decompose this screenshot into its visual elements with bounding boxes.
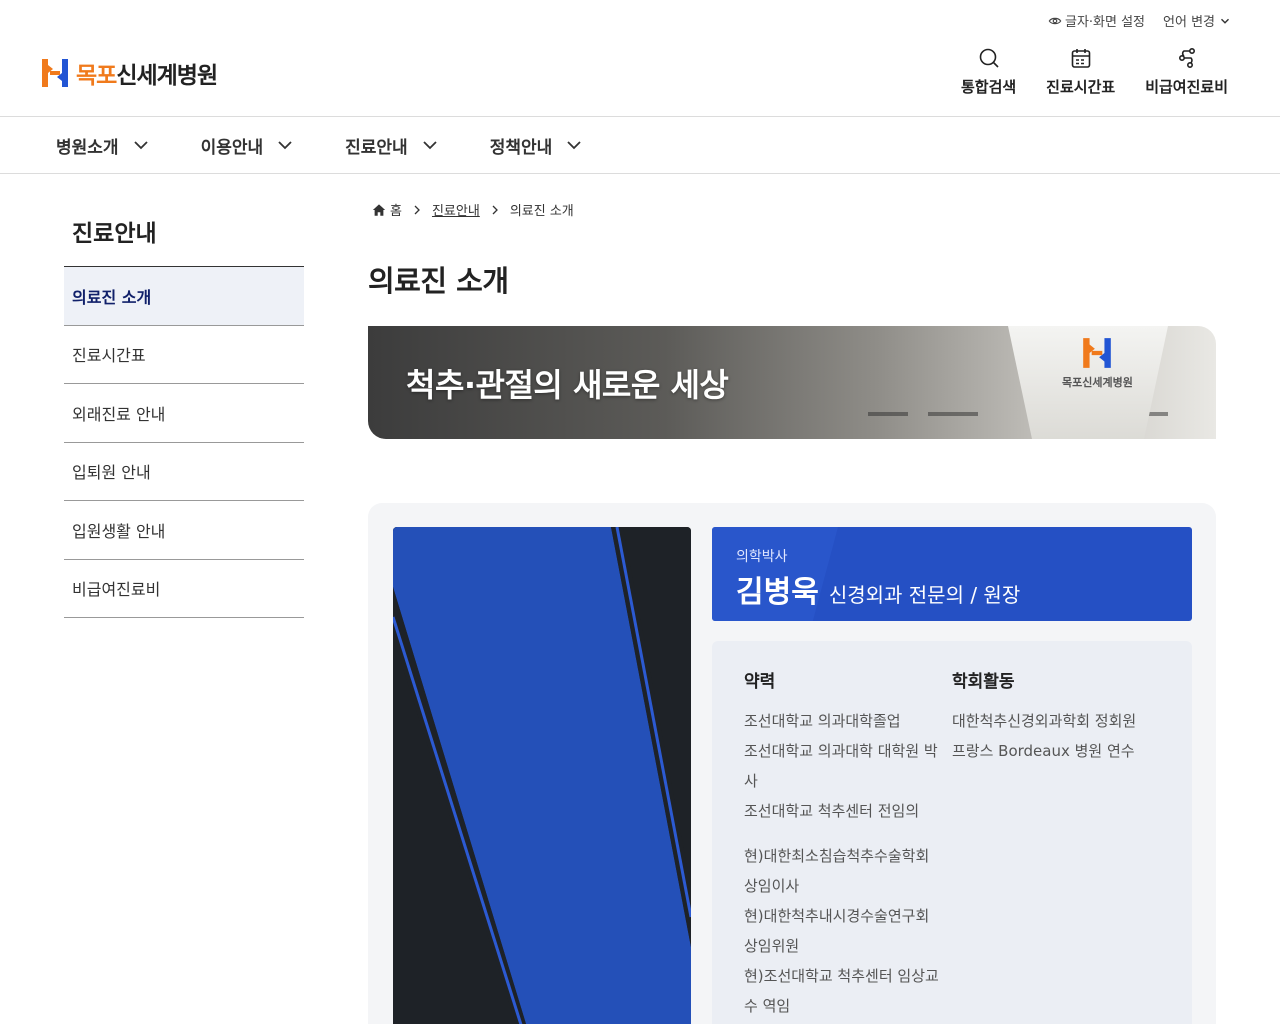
gnb-item-label: 이용안내 [200,137,264,158]
gnb-item-label: 정책안내 [489,137,553,158]
doctor-name: 김병욱 [736,575,819,610]
language-label: 언어 변경 [1163,15,1215,30]
side-item-doctors[interactable]: 의료진 소개 [64,267,304,326]
career-column: 약력 조선대학교 의과대학졸업 조선대학교 의과대학 대학원 박사 조선대학교 … [744,667,944,1021]
doctor-info: 약력 조선대학교 의과대학졸업 조선대학교 의과대학 대학원 박사 조선대학교 … [712,641,1192,1024]
chevron-down-icon [1221,18,1229,24]
doctor-degree: 의학박사 [736,549,788,565]
logo-text-black: 신세계병원 [116,63,218,89]
banner-text: 척추·관절의 새로운 세상 [406,366,729,404]
quick-links: 통합검색 진료시간표 비급여진료비 [961,46,1228,97]
logo-mark-icon [42,59,68,87]
career-item: 현)대한최소침습척추수술학회 상임이사 [744,847,930,895]
career-item: 현)조선대학교 척추센터 임상교수 역임 [744,967,939,1015]
side-item-admission[interactable]: 입퇴원 안내 [64,443,304,501]
career-item: 조선대학교 의과대학졸업 [744,712,901,730]
hospital-logo[interactable]: 목포신세계병원 [40,56,218,90]
society-title: 학회활동 [952,672,1015,692]
nav-divider [0,173,1280,174]
logo-text: 목포신세계병원 [76,56,218,90]
chevron-down-icon [423,141,437,150]
doctor-name-line: 김병욱 신경외과 전문의 / 원장 [736,567,1020,611]
chevron-down-icon [278,141,292,150]
career-title: 약력 [744,672,776,692]
banner-decor [928,412,978,416]
quick-link-search[interactable]: 통합검색 [961,46,1016,97]
chevron-down-icon [133,141,148,150]
logo-mark-icon [1083,338,1112,368]
global-nav: 병원소개 이용안내 진료안내 정책안내 [56,117,582,173]
society-item: 대한척추신경외과학회 정회원 [952,712,1137,730]
career-item: 조선대학교 척추센터 전임의 [744,802,920,820]
doctor-photo [393,527,691,1024]
gnb-item-treatment[interactable]: 진료안내 [345,133,438,158]
chevron-down-icon [567,141,581,150]
side-item-outpatient[interactable]: 외래진료 안내 [64,384,304,443]
breadcrumb-level1[interactable]: 진료안내 [432,200,480,219]
breadcrumb: 홈 진료안내 의료진 소개 [372,200,574,219]
font-setting-button[interactable]: 글자·화면 설정 [1048,11,1145,30]
side-item-inpatient-life[interactable]: 입원생활 안내 [64,501,304,560]
calendar-icon [1071,49,1090,68]
career-item: 조선대학교 의과대학 대학원 박사 [744,742,938,790]
career-item: 현)대한척추내시경수술연구회 상임위원 [744,907,930,955]
banner-decor [868,412,908,416]
eye-icon [1048,17,1062,24]
quick-link-fees-label: 비급여진료비 [1145,78,1228,96]
doctor-department: 신경외과 전문의 / 원장 [828,583,1021,607]
gnb-item-about[interactable]: 병원소개 [56,133,149,158]
side-item-schedule[interactable]: 진료시간표 [64,326,304,384]
route-icon [1178,47,1195,68]
utility-bar: 글자·화면 설정 언어 변경 [1048,11,1232,30]
page-title: 의료진 소개 [368,264,509,298]
quick-link-schedule[interactable]: 진료시간표 [1046,46,1115,97]
hero-banner: 목포신세계병원 척추·관절의 새로운 세상 [368,326,1216,439]
logo-text-orange: 목포 [76,63,117,89]
banner-logo-text: 목포신세계병원 [1062,376,1133,389]
side-item-fees[interactable]: 비급여진료비 [64,560,304,618]
society-column: 학회활동 대한척추신경외과학회 정회원 프랑스 Bordeaux 병원 연수 [952,667,1172,766]
breadcrumb-home[interactable]: 홈 [390,200,402,219]
side-nav-title: 진료안내 [72,221,157,247]
doctor-name-box: 의학박사 김병욱 신경외과 전문의 / 원장 [712,527,1192,621]
society-item: 프랑스 Bordeaux 병원 연수 [952,742,1135,760]
gnb-item-guide[interactable]: 이용안내 [201,133,294,158]
gnb-item-label: 병원소개 [56,137,119,158]
career-gap [744,826,944,841]
breadcrumb-current: 의료진 소개 [509,204,574,219]
quick-link-fees[interactable]: 비급여진료비 [1145,46,1228,97]
home-icon [372,203,386,216]
font-setting-label: 글자·화면 설정 [1064,15,1146,30]
language-button[interactable]: 언어 변경 [1163,11,1232,30]
photo-background [393,527,691,1024]
gnb-item-label: 진료안내 [345,137,408,158]
search-icon [979,48,999,68]
side-nav: 의료진 소개 진료시간표 외래진료 안내 입퇴원 안내 입원생활 안내 비급여진… [64,266,304,618]
banner-logo: 목포신세계병원 [1062,336,1133,390]
gnb-item-policy[interactable]: 정책안내 [490,133,583,158]
quick-link-search-label: 통합검색 [960,78,1017,96]
chevron-right-icon [492,205,498,214]
chevron-right-icon [414,205,420,214]
quick-link-schedule-label: 진료시간표 [1046,78,1116,96]
